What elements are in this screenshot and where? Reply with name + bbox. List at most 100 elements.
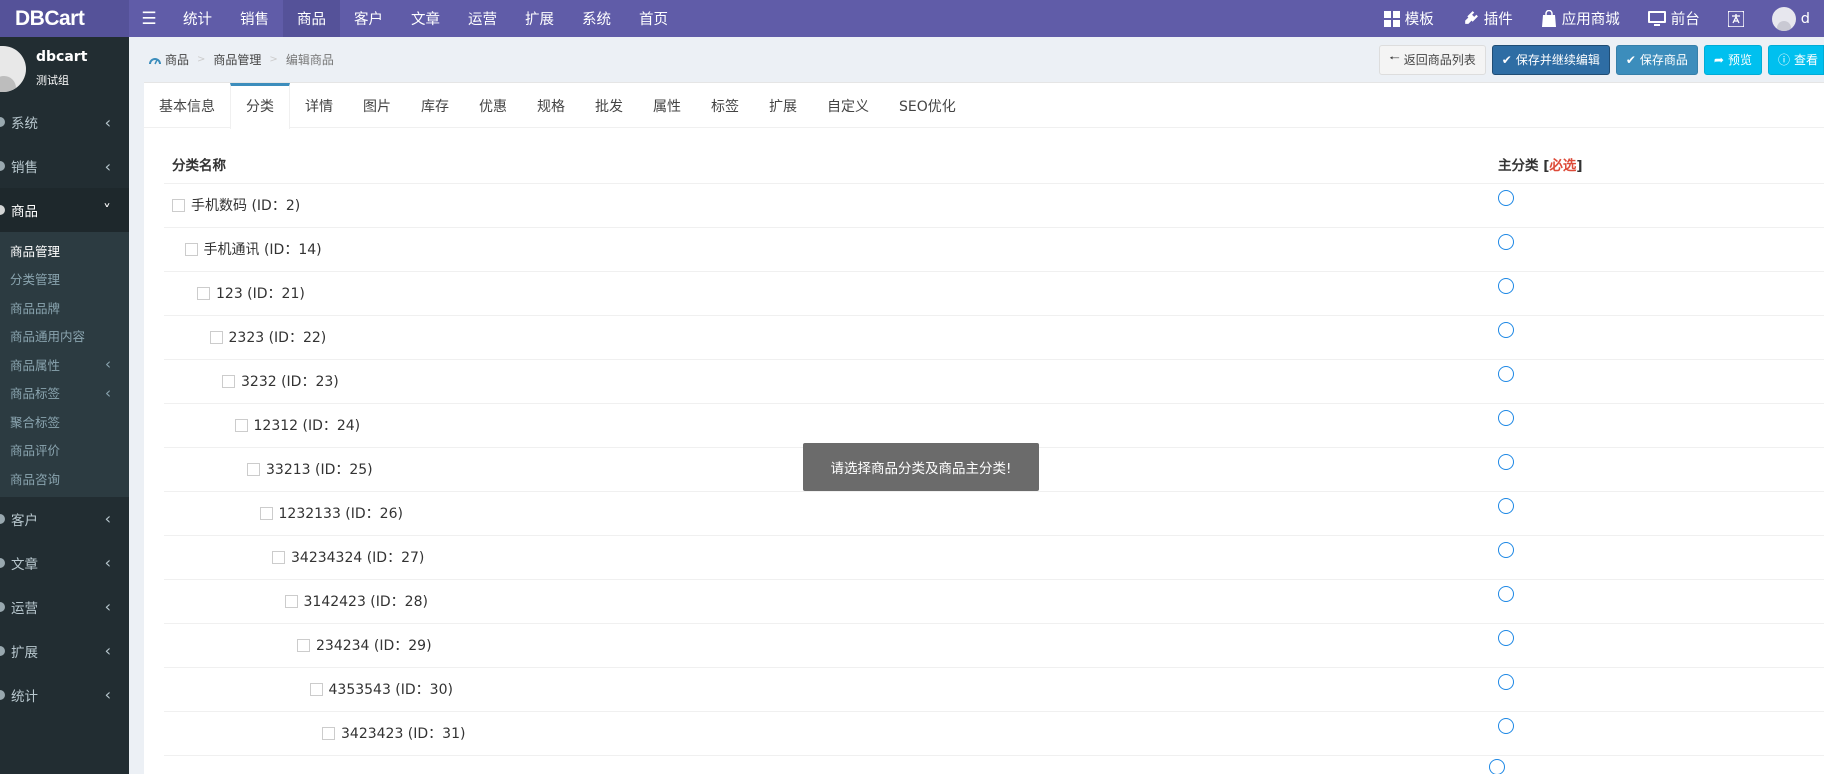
main-category-radio[interactable] [1498, 278, 1514, 294]
main-category-radio[interactable] [1498, 322, 1514, 338]
tab-item[interactable]: 属性 [638, 83, 696, 128]
sidebar-subitem[interactable]: 商品品牌 [0, 293, 129, 322]
view-button[interactable]: ⓘ 查看 [1768, 44, 1824, 75]
tab-item[interactable]: 优惠 [464, 83, 522, 128]
category-checkbox[interactable] [322, 726, 335, 740]
tab-item[interactable]: 基本信息 [144, 83, 230, 128]
main-category-radio[interactable] [1498, 190, 1514, 206]
tab-item[interactable]: 详情 [290, 83, 348, 128]
tab-item[interactable]: 标签 [696, 83, 754, 128]
gear-icon [0, 117, 5, 127]
tab-item[interactable]: 批发 [580, 83, 638, 128]
template-label: 模板 [1404, 12, 1434, 28]
template-link[interactable]: 模板 [1370, 0, 1448, 37]
sidebar-menu-label: 扩展 [11, 644, 38, 661]
sidebar-submenu: 商品管理 分类管理 商品品牌商品通用内容商品属性 ‹ 商品标签 ‹ 聚合标签 商品评价 商品咨询 [0, 232, 129, 497]
save-label: 保存商品 [1639, 53, 1688, 67]
top-nav-item[interactable]: 文章 [397, 0, 454, 37]
appstore-link[interactable]: 应用商城 [1527, 0, 1634, 37]
plugin-link[interactable]: 插件 [1448, 0, 1527, 37]
chevron-left-icon: ‹ [105, 383, 111, 402]
top-nav-item[interactable]: 扩展 [511, 0, 568, 37]
category-checkbox[interactable] [222, 374, 235, 388]
sidebar-subitem-label: 商品通用内容 [10, 329, 86, 345]
main-category-radio[interactable] [1498, 718, 1514, 734]
frontend-link[interactable]: 前台 [1634, 0, 1714, 37]
sidebar-subitem[interactable]: 商品通用内容 [0, 322, 129, 351]
top-nav-item[interactable]: 销售 [226, 0, 283, 37]
table-row: 12312 (ID：24) [164, 403, 1824, 448]
breadcrumb-root[interactable]: 商品 [165, 51, 189, 68]
top-nav-item[interactable]: 商品 [283, 0, 340, 37]
top-nav-item[interactable]: 系统 [568, 0, 625, 37]
table-row: 4353543 (ID：30) [164, 667, 1824, 712]
tab-bar: 基本信息 分类 详情 图片 库存 优惠 规格 批发 属性 标签 扩展 自定义 SEO优化 [144, 83, 1824, 129]
sidebar-toggle-icon[interactable]: ☰ [129, 0, 169, 37]
category-checkbox[interactable] [184, 242, 198, 256]
sidebar: dbcart 测试组 系统 ‹ 销售 ‹ 商品 ˅ 商品管理 分类管理 商品品牌 商品通用内容 商品… [0, 37, 129, 774]
tab-item[interactable]: 扩展 [754, 83, 812, 128]
save-continue-button[interactable]: ✔ 保存并继续编辑 [1491, 44, 1610, 75]
sidebar-subitem[interactable]: 商品属性 ‹ [0, 350, 129, 379]
user-panel: dbcart 测试组 [0, 37, 129, 100]
sidebar-subitem[interactable]: 商品标签 ‹ [0, 379, 129, 408]
sidebar-subitem[interactable]: 商品管理 [0, 236, 129, 265]
user-menu[interactable]: d [1758, 0, 1824, 37]
tab-item[interactable]: 自定义 [812, 83, 884, 128]
main-category-radio[interactable] [1498, 674, 1514, 690]
sidebar-menu-item[interactable]: 系统 ‹ [0, 100, 129, 144]
category-checkbox[interactable] [247, 462, 260, 476]
main-category-radio[interactable] [1498, 542, 1514, 558]
main-category-radio[interactable] [1498, 410, 1514, 426]
breadcrumb-section[interactable]: 商品管理 [213, 51, 261, 68]
brand-logo[interactable]: DBCart [0, 0, 129, 37]
main-category-radio[interactable] [1498, 630, 1514, 646]
top-right-menu: 模板 插件 应用商城 前台 d [1370, 0, 1824, 37]
top-nav-item[interactable]: 统计 [169, 0, 226, 37]
sidebar-menu-item[interactable]: 客户 ‹ [0, 497, 129, 541]
sidebar-menu-item[interactable]: 文章 ‹ [0, 541, 129, 585]
sidebar-subitem[interactable]: 分类管理 [0, 265, 129, 294]
category-name: 4353543 (ID：30) [328, 682, 453, 698]
tab-item[interactable]: SEO优化 [884, 83, 971, 128]
sidebar-menu-item[interactable]: 运营 ‹ [0, 585, 129, 629]
sidebar-subitem[interactable]: 商品评价 [0, 436, 129, 465]
breadcrumb-separator: > [269, 54, 278, 65]
category-checkbox[interactable] [197, 286, 210, 300]
sidebar-subitem[interactable]: 聚合标签 [0, 407, 129, 436]
main-category-radio[interactable] [1498, 454, 1514, 470]
top-nav-item[interactable]: 运营 [454, 0, 511, 37]
tab-item[interactable]: 图片 [348, 83, 406, 128]
tab-item[interactable]: 库存 [406, 83, 464, 128]
category-checkbox[interactable] [297, 638, 310, 652]
preview-button[interactable]: ➦ 预览 [1703, 44, 1762, 75]
category-checkbox[interactable] [209, 330, 223, 344]
category-checkbox[interactable] [234, 418, 248, 432]
plugin-label: 插件 [1483, 12, 1513, 28]
tab-item[interactable]: 规格 [522, 83, 580, 128]
top-nav-item[interactable]: 首页 [625, 0, 682, 37]
category-checkbox[interactable] [284, 594, 298, 608]
table-row: 手机数码 (ID：2) [164, 183, 1824, 228]
sidebar-menu-item[interactable]: 商品 ˅ [0, 188, 129, 232]
category-checkbox[interactable] [272, 550, 285, 564]
language-switch[interactable] [1714, 0, 1758, 37]
category-checkbox[interactable] [172, 198, 185, 212]
sidebar-subitem[interactable]: 商品咨询 [0, 464, 129, 493]
category-checkbox[interactable] [309, 682, 323, 696]
main-category-radio[interactable] [1498, 234, 1514, 250]
category-checkbox[interactable] [259, 506, 273, 520]
top-nav-item[interactable]: 客户 [340, 0, 397, 37]
main-category-radio[interactable] [1498, 586, 1514, 602]
main-category-radio[interactable] [1498, 366, 1514, 382]
sidebar-menu-item[interactable]: 扩展 ‹ [0, 629, 129, 673]
back-to-list-button[interactable]: 🠐 返回商品列表 [1379, 44, 1486, 75]
column-header-main: 主分类 [必选] [1498, 145, 1824, 184]
tab-item[interactable]: 分类 [230, 83, 290, 129]
sidebar-menu-label: 系统 [11, 116, 38, 132]
main-category-radio[interactable] [1489, 759, 1505, 774]
save-button[interactable]: ✔ 保存商品 [1615, 44, 1698, 75]
sidebar-menu-item[interactable]: 销售 ‹ [0, 144, 129, 188]
sidebar-menu-item[interactable]: 统计 ‹ [0, 673, 129, 717]
main-category-radio[interactable] [1498, 498, 1514, 514]
